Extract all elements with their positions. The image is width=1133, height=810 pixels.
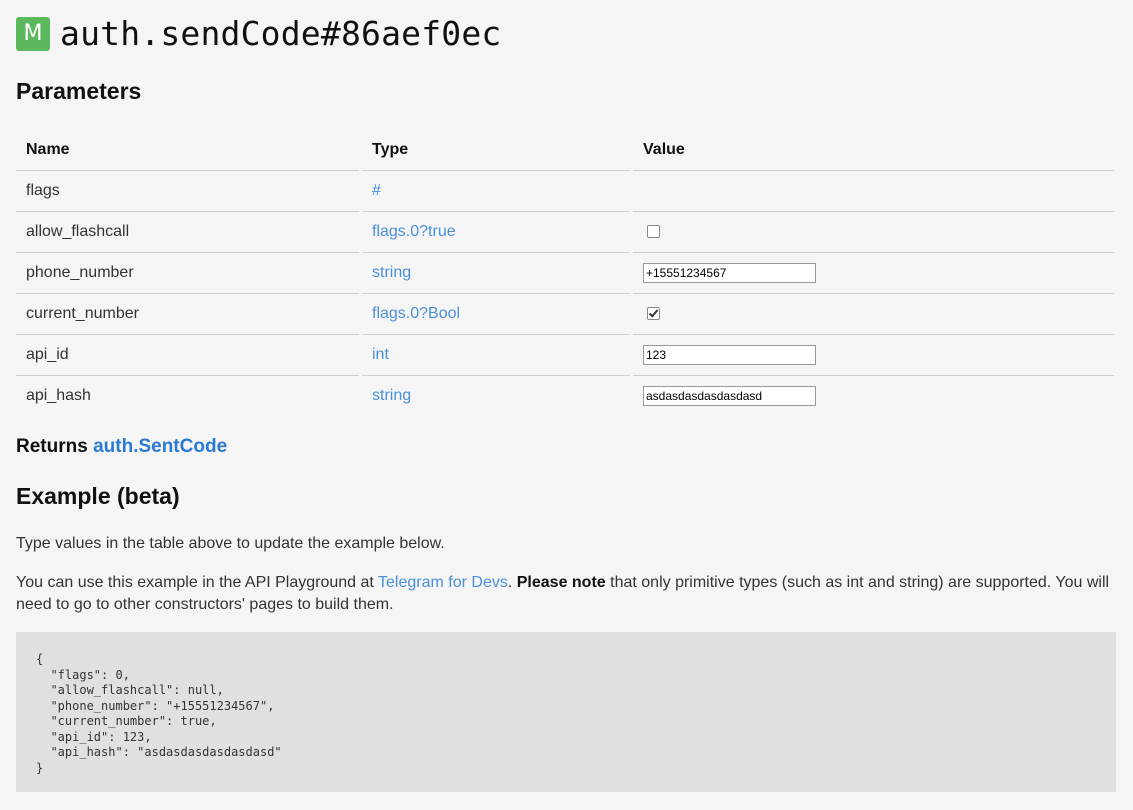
- param-type-link[interactable]: flags.0?Bool: [372, 305, 460, 322]
- phone-number-input[interactable]: [643, 263, 816, 283]
- table-row: api_hash string: [16, 375, 1114, 416]
- table-row: allow_flashcall flags.0?true: [16, 211, 1114, 253]
- param-name: current_number: [16, 293, 361, 335]
- returns-line: Returns auth.SentCode: [16, 436, 227, 458]
- param-type-link[interactable]: string: [372, 387, 411, 404]
- current-number-checkbox[interactable]: [647, 307, 660, 321]
- param-name: api_hash: [26, 387, 91, 404]
- param-value-empty: [630, 170, 1114, 212]
- example-code: { "flags": 0, "allow_flashcall": null, "…: [36, 652, 282, 775]
- example-code-block: { "flags": 0, "allow_flashcall": null, "…: [16, 632, 1116, 792]
- telegram-for-devs-link[interactable]: Telegram for Devs: [378, 574, 508, 591]
- param-type-link[interactable]: #: [372, 182, 381, 199]
- table-row: flags #: [16, 170, 1114, 212]
- parameters-table: Name Type Value flags # allow_flashcall …: [16, 130, 1114, 416]
- returns-type-link[interactable]: auth.SentCode: [93, 436, 227, 457]
- example-intro: Type values in the table above to update…: [16, 535, 445, 552]
- note-prefix: You can use this example in the API Play…: [16, 574, 379, 591]
- example-heading: Example (beta): [16, 483, 180, 509]
- api-id-input[interactable]: [643, 345, 816, 365]
- column-header-name: Name: [16, 130, 361, 171]
- parameters-heading: Parameters: [16, 78, 142, 104]
- title-row: M auth.sendCode#86aef0ec: [16, 16, 502, 52]
- param-name: flags: [16, 170, 361, 212]
- param-name: phone_number: [16, 252, 361, 294]
- returns-label: Returns: [16, 436, 88, 457]
- param-type-link[interactable]: flags.0?true: [372, 223, 456, 240]
- note-bold: Please note: [516, 574, 606, 591]
- method-badge: M: [16, 17, 50, 51]
- note-mid: .: [507, 574, 517, 591]
- allow-flashcall-checkbox[interactable]: [647, 225, 660, 239]
- api-hash-input[interactable]: [643, 386, 816, 406]
- column-header-value: Value: [630, 130, 1114, 171]
- param-type-link[interactable]: string: [372, 264, 411, 281]
- table-row: phone_number string: [16, 252, 1114, 294]
- table-row: current_number flags.0?Bool: [16, 293, 1114, 335]
- table-header-row: Name Type Value: [16, 130, 1114, 171]
- param-type-link[interactable]: int: [372, 346, 389, 363]
- table-row: api_id int: [16, 334, 1114, 376]
- example-note: You can use this example in the API Play…: [16, 572, 1111, 616]
- column-header-type: Type: [359, 130, 632, 171]
- param-name: allow_flashcall: [16, 211, 361, 253]
- param-name: api_id: [16, 334, 361, 376]
- page-title: auth.sendCode#86aef0ec: [60, 14, 502, 53]
